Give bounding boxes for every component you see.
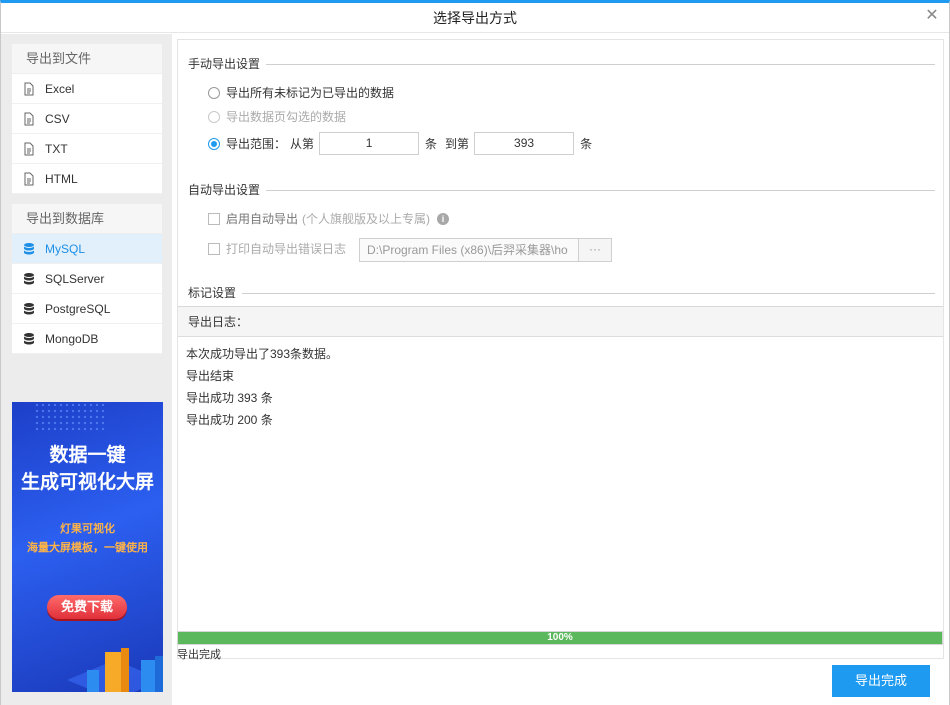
- close-icon[interactable]: ✕: [923, 7, 941, 25]
- section-divider: [242, 64, 935, 65]
- range-from-input[interactable]: 1: [319, 132, 420, 155]
- radio-label: 导出数据页勾选的数据: [226, 110, 347, 124]
- log-line: 导出成功 393 条: [186, 391, 273, 405]
- mark-settings-title: 标记设置: [188, 284, 243, 301]
- log-path-input[interactable]: D:\Program Files (x86)\后羿采集器\ho: [359, 238, 579, 262]
- export-log-panel: 导出日志： 本次成功导出了393条数据。 导出结束 导出成功 393 条 导出成…: [178, 306, 943, 630]
- auto-export-checkbox-row[interactable]: 启用自动导出 (个人旗舰版及以上专属) i: [208, 210, 450, 227]
- sidebar-item-label: SQLServer: [45, 271, 105, 286]
- sidebar-item-mongodb[interactable]: MongoDB: [12, 324, 162, 354]
- banner-dots-decoration: [34, 402, 104, 432]
- export-done-button[interactable]: 导出完成: [832, 665, 930, 697]
- range-to-input[interactable]: 393: [474, 132, 575, 155]
- file-icon: [24, 112, 34, 125]
- section-divider: [242, 190, 935, 191]
- banner-line2: 生成可视化大屏: [20, 472, 154, 493]
- sidebar-item-txt[interactable]: TXT: [12, 134, 162, 164]
- radio-export-all[interactable]: 导出所有未标记为已导出的数据: [208, 84, 394, 101]
- log-line: 本次成功导出了393条数据。: [186, 347, 339, 361]
- database-icon: [24, 272, 34, 284]
- sidebar-item-label: TXT: [45, 141, 68, 156]
- log-body[interactable]: 本次成功导出了393条数据。 导出结束 导出成功 393 条 导出成功 200 …: [178, 337, 943, 437]
- banner-sub2: 海量大屏模板，一键使用: [27, 542, 148, 554]
- banner-download-button[interactable]: 免费下载: [47, 595, 127, 619]
- banner-line1: 数据一键: [49, 445, 126, 466]
- log-title: 导出日志：: [178, 307, 943, 337]
- file-group-title: 导出到文件: [12, 44, 162, 74]
- browse-button[interactable]: ···: [578, 238, 612, 262]
- dialog-titlebar: 选择导出方式 ✕: [1, 3, 949, 33]
- log-line: 导出结束: [186, 369, 235, 383]
- database-icon: [24, 332, 34, 344]
- sidebar-item-sqlserver[interactable]: SQLServer: [12, 264, 162, 294]
- auto-export-note: (个人旗舰版及以上专属): [302, 212, 431, 226]
- file-icon: [24, 82, 34, 95]
- error-log-label: 打印自动导出错误日志: [226, 242, 347, 256]
- radio-label: 导出所有未标记为已导出的数据: [226, 86, 395, 100]
- db-group-title: 导出到数据库: [12, 204, 162, 234]
- db-export-group: 导出到数据库 MySQL SQLServer PostgreSQL MongoD…: [12, 204, 162, 354]
- sidebar-item-label: CSV: [45, 111, 70, 126]
- error-log-checkbox-row[interactable]: 打印自动导出错误日志: [208, 240, 346, 257]
- sidebar-item-label: PostgreSQL: [45, 301, 111, 316]
- manual-export-title: 手动导出设置: [188, 55, 267, 72]
- banner-subtitle: 灯果可视化 海量大屏模板，一键使用: [12, 520, 163, 558]
- main-panel: 手动导出设置 导出所有未标记为已导出的数据 导出数据页勾选的数据 导出范围： 从…: [172, 34, 949, 705]
- dialog-title: 选择导出方式: [433, 10, 517, 26]
- sidebar-item-mysql[interactable]: MySQL: [12, 234, 162, 264]
- status-text: 导出完成: [177, 649, 221, 661]
- radio-export-page[interactable]: 导出数据页勾选的数据: [208, 108, 346, 125]
- file-icon: [24, 142, 34, 155]
- info-icon[interactable]: i: [437, 212, 450, 225]
- file-icon: [24, 172, 34, 185]
- sidebar-item-postgresql[interactable]: PostgreSQL: [12, 294, 162, 324]
- bar-chart-illustration: [67, 648, 163, 692]
- to-label: 到第: [445, 137, 470, 151]
- sidebar: 导出到文件 Excel CSV TXT HTML 导出到数据库 MySQL SQ…: [1, 34, 172, 705]
- section-divider: [242, 293, 935, 294]
- database-icon: [24, 302, 34, 314]
- from-label: 从第: [290, 137, 315, 151]
- sidebar-item-label: MongoDB: [45, 331, 99, 346]
- sidebar-item-excel[interactable]: Excel: [12, 74, 162, 104]
- auto-export-label: 启用自动导出: [226, 212, 299, 226]
- progress-bar: 100%: [177, 631, 943, 645]
- export-dialog: 选择导出方式 ✕ 导出到文件 Excel CSV TXT HTML 导出到数据库…: [0, 0, 950, 705]
- banner-headline: 数据一键 生成可视化大屏: [12, 442, 163, 496]
- unit-label: 条: [580, 137, 593, 151]
- radio-button[interactable]: [208, 137, 220, 150]
- range-label: 导出范围：: [226, 137, 287, 151]
- error-log-checkbox[interactable]: [208, 242, 220, 255]
- file-export-group: 导出到文件 Excel CSV TXT HTML: [12, 44, 162, 194]
- promo-banner[interactable]: 数据一键 生成可视化大屏 灯果可视化 海量大屏模板，一键使用 免费下载: [12, 402, 163, 692]
- radio-button[interactable]: [208, 110, 220, 123]
- log-line: 导出成功 200 条: [186, 413, 273, 427]
- sidebar-item-label: HTML: [45, 171, 78, 186]
- auto-export-title: 自动导出设置: [188, 181, 267, 198]
- sidebar-item-label: MySQL: [45, 241, 86, 256]
- sidebar-item-csv[interactable]: CSV: [12, 104, 162, 134]
- radio-button[interactable]: [208, 86, 220, 99]
- banner-sub1: 灯果可视化: [60, 523, 115, 535]
- sidebar-item-html[interactable]: HTML: [12, 164, 162, 194]
- sidebar-item-label: Excel: [45, 81, 75, 96]
- auto-export-checkbox[interactable]: [208, 212, 220, 225]
- unit-label: 条: [425, 137, 438, 151]
- database-icon: [24, 242, 34, 254]
- radio-export-range[interactable]: 导出范围： 从第 1 条 到第 393 条: [208, 132, 592, 155]
- settings-box: 手动导出设置 导出所有未标记为已导出的数据 导出数据页勾选的数据 导出范围： 从…: [177, 39, 944, 659]
- progress-label: 100%: [547, 632, 573, 643]
